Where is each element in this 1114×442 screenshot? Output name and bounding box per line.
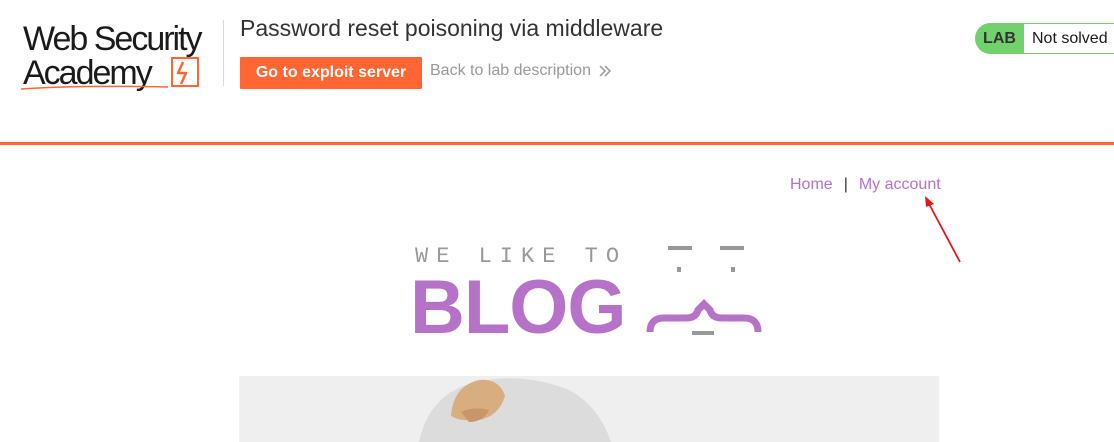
lightning-bolt-icon (20, 57, 199, 90)
lab-status-text: Not solved (1024, 23, 1114, 54)
blog-banner: WE LIKE TO BLOG (410, 240, 770, 346)
lab-header: Web Security Academy Password reset pois… (0, 0, 1114, 145)
web-security-academy-logo[interactable]: Web Security Academy (20, 18, 225, 96)
lab-badge: LAB (975, 23, 1024, 54)
hero-image (239, 376, 939, 442)
header-divider (223, 20, 224, 86)
top-navigation: Home | My account (790, 176, 941, 194)
nav-separator: | (843, 176, 848, 193)
red-arrow-icon (925, 196, 961, 263)
back-link-label: Back to lab description (430, 62, 591, 79)
hero-image-person (239, 376, 939, 442)
lab-title: Password reset poisoning via middleware (240, 15, 664, 41)
double-chevron-right-icon (599, 65, 612, 77)
nav-home-link[interactable]: Home (790, 176, 833, 194)
lab-status-widget: LAB Not solved (975, 23, 1114, 54)
banner-title: BLOG (410, 265, 627, 350)
go-to-exploit-server-button[interactable]: Go to exploit server (240, 57, 422, 89)
back-to-lab-description-link[interactable]: Back to lab description (430, 62, 612, 80)
header-orange-rule (0, 142, 1114, 145)
curly-face-icon (646, 246, 762, 335)
